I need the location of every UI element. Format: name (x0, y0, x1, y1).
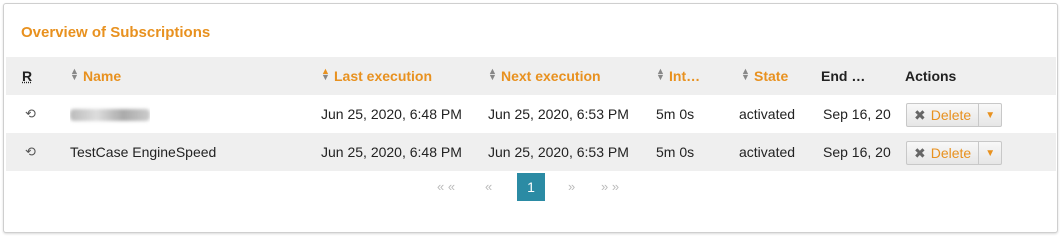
delete-label: Delete (930, 145, 972, 161)
row-state: activated (739, 106, 796, 122)
panel-title: Overview of Subscriptions (21, 24, 211, 41)
row-name[interactable]: TestCase EngineSpeed (70, 133, 216, 171)
header-state[interactable]: ▲ ▼ State (741, 57, 788, 95)
header-end[interactable]: End … (821, 57, 865, 95)
delete-button-group: ✖ Delete ▼ (906, 141, 1003, 165)
row-state: activated (739, 144, 796, 160)
row-end: Sep 16, 20 (823, 106, 891, 122)
refresh-icon[interactable]: ⟲ (25, 95, 36, 133)
row-interval: 5m 0s (656, 106, 695, 122)
header-r[interactable]: R (22, 57, 32, 95)
row-interval: 5m 0s (656, 144, 695, 160)
header-actions: Actions (905, 68, 957, 84)
sort-icon: ▲ ▼ (741, 66, 750, 82)
header-interval-label: Int… (669, 68, 701, 84)
blurred-name (70, 109, 150, 122)
caret-down-icon: ▼ (985, 109, 996, 121)
sort-icon: ▲ ▼ (656, 66, 665, 82)
header-name-label: Name (83, 68, 122, 84)
delete-button[interactable]: ✖ Delete (907, 142, 980, 164)
header-next-execution[interactable]: ▲ ▼ Next execution (488, 57, 601, 95)
header-last-execution[interactable]: ▲ ▼ Last execution (321, 57, 432, 95)
table-row: ⟲ TestCase EngineSpeed Jun 25, 2020, 6:4… (6, 133, 1056, 171)
delete-x-icon: ✖ (914, 145, 926, 161)
header-state-label: State (754, 68, 789, 84)
header-next-execution-label: Next execution (501, 68, 601, 84)
pager-first[interactable]: « « (437, 173, 455, 201)
pager-next[interactable]: » (568, 173, 575, 201)
subscriptions-panel: Overview of Subscriptions R ▲ ▼ Name ▲ ▼ Las… (3, 3, 1058, 233)
row-next-execution: Jun 25, 2020, 6:53 PM (488, 144, 629, 160)
subscriptions-table: R ▲ ▼ Name ▲ ▼ Last execution ▲ ▼ Next executi… (6, 57, 1056, 171)
pager-last[interactable]: » » (601, 173, 619, 201)
caret-down-icon: ▼ (985, 147, 996, 159)
header-last-execution-label: Last execution (334, 68, 433, 84)
pagination: « « « 1 » » » (4, 173, 1057, 201)
delete-x-icon: ✖ (914, 107, 926, 123)
header-interval[interactable]: ▲ ▼ Int… (656, 57, 700, 95)
refresh-icon[interactable]: ⟲ (25, 133, 36, 171)
delete-label: Delete (930, 107, 972, 123)
actions-dropdown-button[interactable]: ▼ (979, 104, 1001, 126)
row-next-execution: Jun 25, 2020, 6:53 PM (488, 106, 629, 122)
sort-icon: ▲ ▼ (488, 66, 497, 82)
table-header-row: R ▲ ▼ Name ▲ ▼ Last execution ▲ ▼ Next executi… (6, 57, 1056, 95)
sort-icon: ▲ ▼ (321, 66, 330, 82)
actions-dropdown-button[interactable]: ▼ (979, 142, 1001, 164)
header-name[interactable]: ▲ ▼ Name (70, 57, 121, 95)
delete-button-group: ✖ Delete ▼ (906, 103, 1003, 127)
pager-page-current[interactable]: 1 (517, 173, 545, 201)
row-end: Sep 16, 20 (823, 144, 891, 160)
sort-icon: ▲ ▼ (70, 66, 79, 82)
row-last-execution: Jun 25, 2020, 6:48 PM (321, 106, 462, 122)
delete-button[interactable]: ✖ Delete (907, 104, 980, 126)
row-name[interactable] (70, 95, 150, 133)
pager-prev[interactable]: « (485, 173, 492, 201)
table-row: ⟲ Jun 25, 2020, 6:48 PM Jun 25, 2020, 6:… (6, 95, 1056, 133)
row-last-execution: Jun 25, 2020, 6:48 PM (321, 144, 462, 160)
header-r-label: R (22, 68, 33, 84)
